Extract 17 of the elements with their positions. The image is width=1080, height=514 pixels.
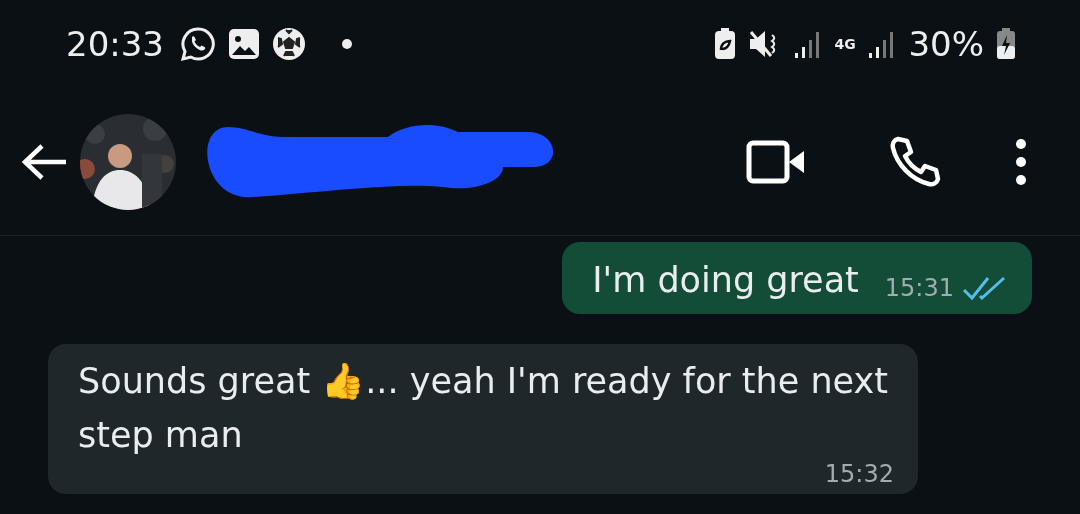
soccer-ball-icon <box>272 27 306 61</box>
message-time: 15:32 <box>824 460 894 488</box>
chat-bubble-icon <box>180 26 216 62</box>
notification-dot <box>342 39 352 49</box>
battery-percent: 30% <box>908 24 984 64</box>
message-text: I'm doing great <box>592 259 859 302</box>
battery-charging-icon <box>996 28 1016 60</box>
back-arrow-icon[interactable] <box>20 141 68 182</box>
battery-saver-icon <box>714 28 737 60</box>
image-icon <box>228 28 260 60</box>
status-time: 20:33 <box>66 24 164 64</box>
message-time: 15:31 <box>884 274 954 302</box>
network-type: 4G <box>834 37 857 51</box>
message-text: Sounds great 👍... yeah I'm ready for the next step man <box>78 360 889 457</box>
more-options-icon[interactable] <box>1014 137 1028 186</box>
video-call-icon[interactable] <box>746 139 806 184</box>
phone-icon[interactable] <box>888 134 942 189</box>
